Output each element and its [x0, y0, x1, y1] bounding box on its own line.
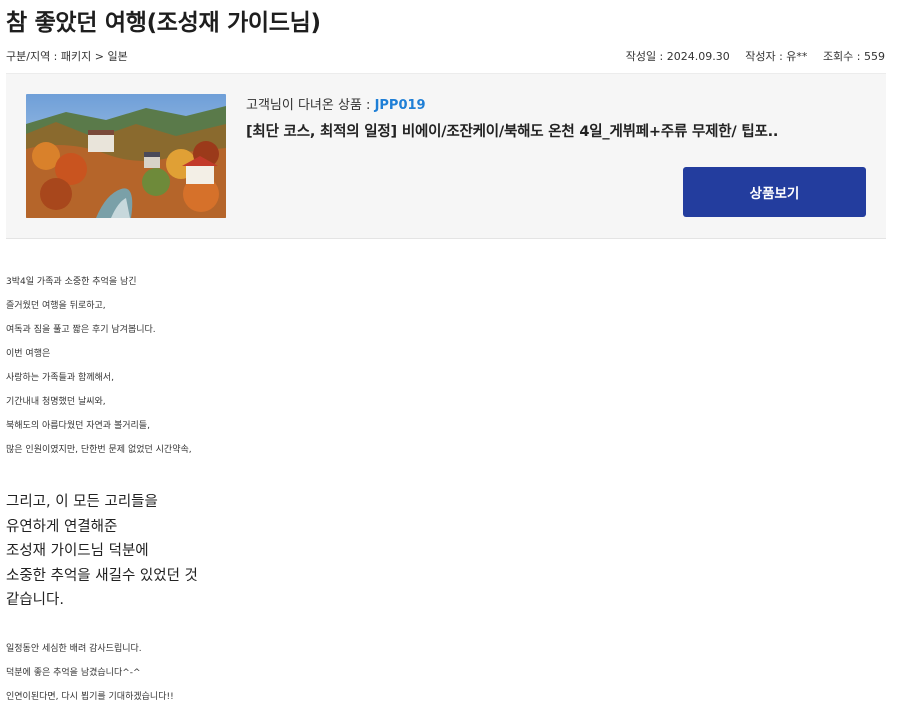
post-views: 조회수 : 559	[822, 50, 885, 63]
breadcrumb: 구분/지역 : 패키지 > 일본	[6, 50, 128, 63]
text-line: 3박4일 가족과 소중한 추억을 남긴	[6, 277, 137, 287]
post-date: 작성일 : 2024.09.30	[625, 50, 730, 63]
text-line: 사랑하는 가족들과 함께해서,	[6, 373, 114, 383]
autumn-valley-image	[26, 94, 226, 218]
text-line: 유연하게 연결해준	[6, 518, 118, 535]
paragraph-1: 3박4일 가족과 소중한 추억을 남긴 즐거웠던 여행을 뒤로하고, 여독과 짐…	[6, 270, 886, 462]
product-code[interactable]: JPP019	[375, 98, 426, 113]
review-page: 참 좋았던 여행(조성재 가이드님) 구분/지역 : 패키지 > 일본 작성일 …	[0, 0, 897, 721]
post-info: 작성일 : 2024.09.30 작성자 : 유** 조회수 : 559	[614, 48, 885, 64]
text-line: 여독과 짐을 풀고 짧은 후기 남겨봅니다.	[6, 325, 156, 335]
product-card: 고객님이 다녀온 상품 : JPP019 [최단 코스, 최적의 일정] 비에이…	[6, 73, 886, 239]
product-label-prefix: 고객님이 다녀온 상품 :	[246, 98, 375, 113]
paragraph-3: 일정동안 세심한 배려 감사드립니다. 덕분에 좋은 추억을 남겼습니다^-^ …	[6, 637, 886, 709]
product-label: 고객님이 다녀온 상품 : JPP019	[246, 94, 426, 113]
text-line: 인연이된다면, 다시 뵙기를 기대하겠습니다!!	[6, 691, 174, 702]
text-line: 즐거웠던 여행을 뒤로하고,	[6, 301, 106, 311]
text-line: 일정동안 세심한 배려 감사드립니다.	[6, 643, 142, 654]
review-content: 3박4일 가족과 소중한 추억을 남긴 즐거웠던 여행을 뒤로하고, 여독과 짐…	[6, 270, 886, 709]
post-meta: 구분/지역 : 패키지 > 일본 작성일 : 2024.09.30 작성자 : …	[6, 48, 885, 64]
view-product-button[interactable]: 상품보기	[683, 167, 866, 217]
text-line: 기간내내 청명했던 날씨와,	[6, 397, 106, 407]
text-line: 덕분에 좋은 추억을 남겼습니다^-^	[6, 667, 141, 678]
paragraph-2: 그리고, 이 모든 고리들을 유연하게 연결해준 조성재 가이드님 덕분에 소중…	[6, 490, 886, 613]
text-line: 이번 여행은	[6, 349, 51, 359]
text-line: 그리고, 이 모든 고리들을	[6, 494, 158, 510]
text-line: 소중한 추억을 새길수 있었던 것	[6, 567, 198, 584]
text-line: 북해도의 아름다웠던 자연과 볼거리들,	[6, 421, 150, 431]
text-line: 조성재 가이드님 덕분에	[6, 543, 149, 559]
page-title: 참 좋았던 여행(조성재 가이드님)	[6, 10, 321, 36]
text-line: 같습니다.	[6, 592, 64, 608]
product-thumbnail[interactable]	[26, 94, 226, 218]
text-line: 많은 인원이였지만, 단한번 문제 없었던 시간약속,	[6, 445, 192, 455]
post-author: 작성자 : 유**	[745, 50, 808, 63]
product-name[interactable]: [최단 코스, 최적의 일정] 비에이/조잔케이/북해도 온천 4일_게뷔페+주…	[246, 120, 778, 141]
